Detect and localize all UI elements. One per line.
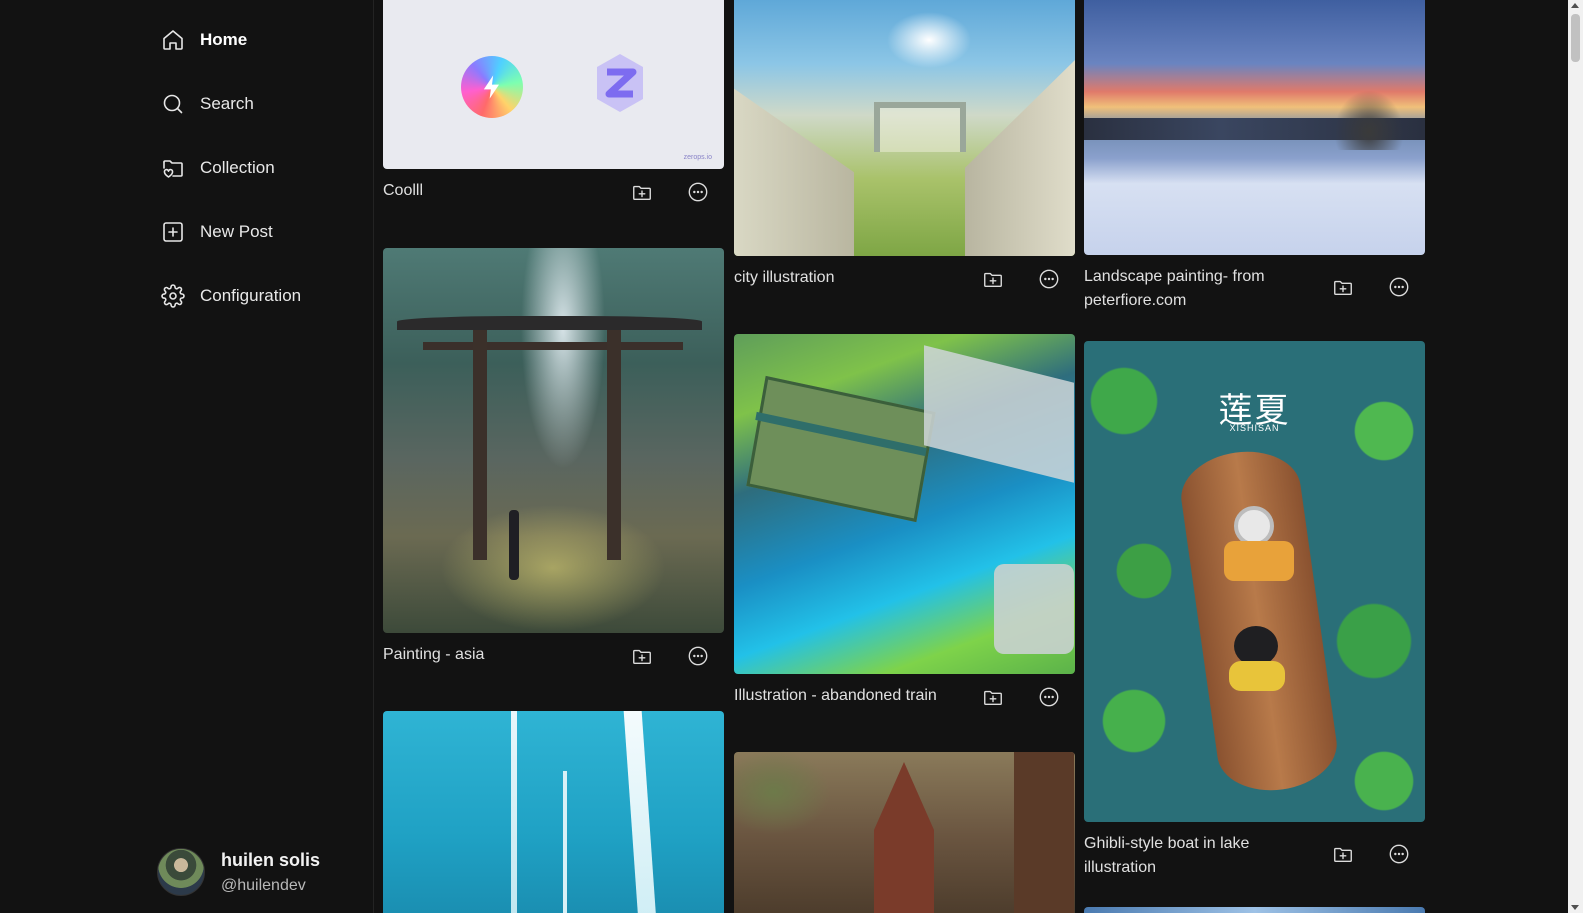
more-icon — [1039, 687, 1059, 707]
nav-collection[interactable]: Collection — [160, 148, 301, 188]
folder-plus-icon — [633, 649, 651, 665]
add-to-collection-button[interactable] — [981, 267, 1005, 291]
post-caption: Illustration - abandoned train — [734, 687, 937, 704]
post-caption: Landscape painting- from peterfiore.com — [1084, 268, 1265, 309]
post-card: Landscape painting- from peterfiore.com — [1084, 0, 1425, 313]
nav-search[interactable]: Search — [160, 84, 301, 124]
folder-plus-icon — [633, 185, 651, 201]
post-caption: Coolll — [383, 182, 424, 199]
post-image[interactable] — [383, 248, 724, 633]
post-image[interactable] — [734, 0, 1075, 256]
nav-new-post[interactable]: New Post — [160, 212, 301, 252]
more-icon — [688, 182, 708, 202]
scroll-down-icon[interactable] — [1571, 905, 1579, 910]
post-image[interactable]: 莲夏 XISHISAN — [1084, 341, 1425, 822]
more-icon — [1039, 269, 1059, 289]
post-image[interactable] — [383, 711, 724, 913]
avatar[interactable] — [157, 848, 205, 896]
post-image[interactable] — [734, 334, 1075, 674]
more-options-button[interactable] — [1387, 842, 1411, 866]
post-card: 莲夏 XISHISAN Ghibli-style boat in lake il… — [1084, 341, 1425, 880]
post-card — [383, 711, 724, 913]
post-card: city illustration — [734, 0, 1075, 291]
folder-plus-icon — [1334, 280, 1352, 296]
more-options-button[interactable] — [1037, 685, 1061, 709]
more-icon — [1389, 277, 1409, 297]
folder-plus-icon — [984, 272, 1002, 288]
nav-search-label: Search — [200, 94, 254, 113]
user-profile[interactable]: huilen solis @huilendev — [157, 848, 320, 896]
nav-configuration[interactable]: Configuration — [160, 276, 301, 316]
gear-icon — [160, 283, 186, 309]
post-card — [734, 752, 1075, 913]
post-caption: Painting - asia — [383, 646, 485, 663]
post-card: Painting - asia — [383, 248, 724, 668]
scroll-up-icon[interactable] — [1571, 3, 1579, 8]
post-image[interactable] — [734, 752, 1075, 913]
post-caption: city illustration — [734, 269, 835, 286]
folder-plus-icon — [984, 690, 1002, 706]
add-to-collection-button[interactable] — [1331, 275, 1355, 299]
watermark-text: zerops.io — [683, 154, 712, 161]
nav-configuration-label: Configuration — [200, 286, 302, 305]
page-scrollbar[interactable] — [1568, 0, 1583, 913]
post-card: zerops.io Coolll — [383, 0, 724, 204]
folder-heart-icon — [160, 155, 186, 181]
add-to-collection-button[interactable] — [981, 685, 1005, 709]
more-options-button[interactable] — [686, 180, 710, 204]
post-overlay-subtitle: XISHISAN — [1229, 423, 1280, 433]
scroll-thumb[interactable] — [1571, 14, 1580, 62]
lightning-logo-icon — [461, 56, 523, 118]
post-card: Illustration - abandoned train — [734, 334, 1075, 709]
nav-home-label: Home — [200, 30, 248, 49]
profile-handle: @huilendev — [221, 876, 306, 894]
more-options-button[interactable] — [686, 644, 710, 668]
nav-home[interactable]: Home — [160, 20, 301, 60]
more-options-button[interactable] — [1387, 275, 1411, 299]
home-icon — [160, 27, 186, 53]
folder-plus-icon — [1334, 847, 1352, 863]
post-image-partial[interactable] — [1084, 907, 1425, 913]
add-to-collection-button[interactable] — [630, 180, 654, 204]
more-options-button[interactable] — [1037, 267, 1061, 291]
sidebar: Home Search Collection New Post Configur… — [0, 0, 374, 913]
nav-new-post-label: New Post — [200, 222, 273, 241]
zerops-logo-icon — [593, 52, 647, 114]
add-to-collection-button[interactable] — [630, 644, 654, 668]
add-to-collection-button[interactable] — [1331, 842, 1355, 866]
post-image[interactable] — [1084, 0, 1425, 255]
plus-square-icon — [160, 219, 186, 245]
post-caption: Ghibli-style boat in lake illustration — [1084, 835, 1250, 876]
more-icon — [1389, 844, 1409, 864]
more-icon — [688, 646, 708, 666]
nav-collection-label: Collection — [200, 158, 275, 177]
main-nav: Home Search Collection New Post Configur… — [160, 20, 301, 340]
post-image[interactable]: zerops.io — [383, 0, 724, 169]
search-icon — [160, 91, 186, 117]
profile-name: huilen solis — [221, 849, 321, 870]
